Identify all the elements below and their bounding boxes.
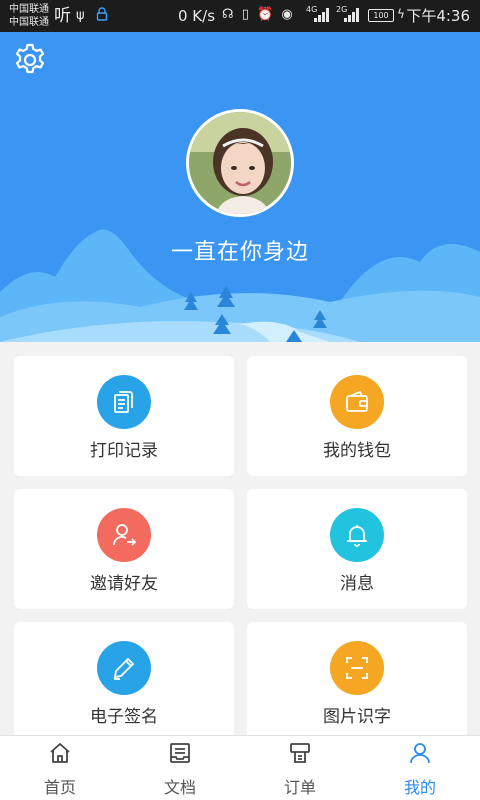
menu-label: 邀请好友 [90,574,158,594]
tab-label: 首页 [43,778,76,797]
menu-label: 打印记录 [90,441,158,461]
headset-icon: ☊ [222,7,236,22]
carrier-labels: 中国联通 中国联通 [9,3,49,29]
clock: 下午4:36 [406,7,470,25]
profile-header: 一直在你身边 [0,32,480,342]
menu-label: 图片识字 [323,707,391,727]
menu-label: 电子签名 [90,707,158,727]
usb-icon: ψ [76,8,85,23]
tab-orders[interactable]: 订单 [240,736,360,800]
bottom-tab-bar: 首页 文档 订单 我的 [0,735,480,800]
print-record-card[interactable]: 打印记录 [14,356,234,476]
message-card[interactable]: 消息 [247,489,467,609]
alarm-icon: ⏰ [256,7,276,22]
battery-level: 100 [373,11,389,20]
status-bar: 中国联通 中国联通 听 ψ 0 K/s ☊ ▯ ⏰ ◉ 4G 2G 100 ϟ … [0,0,480,32]
invite-friend-icon [97,508,151,562]
wallet-icon [330,375,384,429]
home-icon [50,743,70,763]
tab-home[interactable]: 首页 [0,736,120,800]
image-ocr-card[interactable]: 图片识字 [247,622,467,742]
avatar-photo [189,112,291,214]
carrier-1: 中国联通 [9,4,49,15]
wallet-card[interactable]: 我的钱包 [247,356,467,476]
profile-icon [410,743,430,764]
print-record-icon [97,375,151,429]
invite-friend-card[interactable]: 邀请好友 [14,489,234,609]
signal-bars-1-icon [314,8,329,22]
bell-icon [330,508,384,562]
order-icon [290,743,310,763]
eye-icon: ◉ [281,7,295,22]
signal-bars-2-icon [344,8,359,22]
tab-label: 文档 [163,778,196,797]
scan-icon [330,641,384,695]
carrier-2: 中国联通 [9,17,49,28]
ting-label: 听 [54,6,71,26]
avatar[interactable] [186,109,294,217]
tab-label: 订单 [283,778,316,797]
document-icon [170,743,190,763]
network-speed: 0 K/s [178,7,216,25]
status-icons: ☊ ▯ ⏰ ◉ [222,7,295,22]
tab-documents[interactable]: 文档 [120,736,240,800]
lock-icon [96,7,108,21]
vibrate-icon: ▯ [241,7,251,22]
tab-profile[interactable]: 我的 [360,736,480,800]
battery-icon: 100 [368,9,394,22]
charging-icon: ϟ [397,7,405,21]
tab-label: 我的 [403,778,436,797]
landscape-illustration [0,229,480,342]
pen-icon [97,641,151,695]
menu-label: 我的钱包 [323,441,391,461]
settings-gear-icon[interactable] [12,42,48,78]
menu-label: 消息 [340,574,374,594]
e-signature-card[interactable]: 电子签名 [14,622,234,742]
